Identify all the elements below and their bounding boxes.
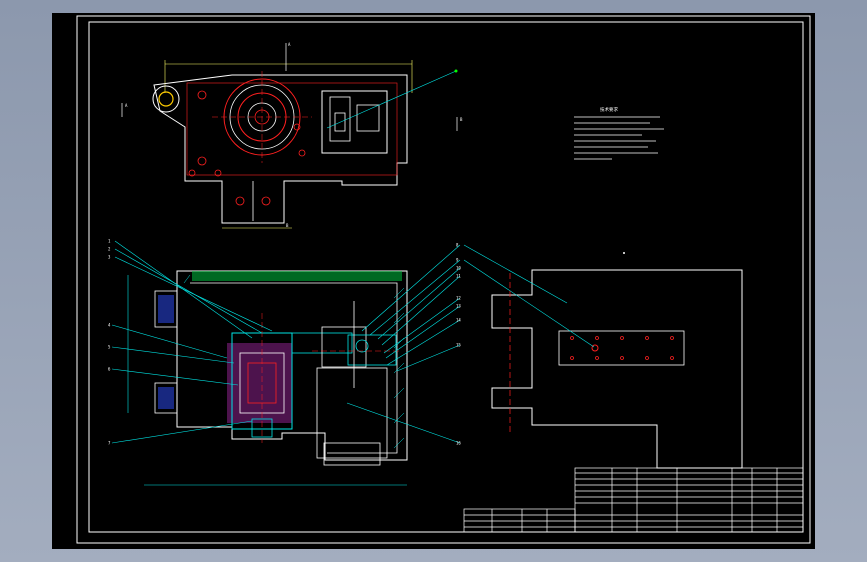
callout-label-right: 16 bbox=[456, 441, 461, 446]
top-view bbox=[121, 43, 458, 229]
callout-label-right: 10 bbox=[456, 266, 461, 271]
plate-view bbox=[463, 244, 743, 469]
section-view bbox=[111, 240, 461, 486]
callout-label-left: 4 bbox=[108, 323, 111, 328]
section-mark: A bbox=[125, 103, 128, 108]
callout-label-left: 1 bbox=[108, 239, 111, 244]
callout-label-left: 2 bbox=[108, 247, 111, 252]
callout-label-right: 9 bbox=[456, 258, 459, 263]
callout-label-right: 14 bbox=[456, 318, 461, 323]
callout-label-left: 5 bbox=[108, 345, 111, 350]
callout-label-right: 8 bbox=[456, 243, 459, 248]
technical-notes: 技术要求 bbox=[574, 106, 664, 160]
section-mark: B bbox=[460, 117, 463, 122]
section-mark: A bbox=[288, 42, 291, 47]
callout-label-right: 12 bbox=[456, 296, 461, 301]
callout-label-right: 11 bbox=[456, 274, 461, 279]
callout-label-left: 7 bbox=[108, 441, 111, 446]
callout-label-left: 3 bbox=[108, 255, 111, 260]
callout-label-left: 6 bbox=[108, 367, 111, 372]
notes-title: 技术要求 bbox=[600, 106, 618, 113]
section-mark: B bbox=[286, 223, 289, 228]
title-block bbox=[463, 467, 804, 533]
callout-label-right: 13 bbox=[456, 304, 461, 309]
cad-drawing: 技术要求 12345678910111213141516AABB bbox=[76, 15, 811, 544]
cad-viewport[interactable]: 技术要求 1 2 3 4 5 6 7 8 9 10 11 12 13 14 15… bbox=[52, 13, 815, 549]
callout-label-right: 15 bbox=[456, 343, 461, 348]
